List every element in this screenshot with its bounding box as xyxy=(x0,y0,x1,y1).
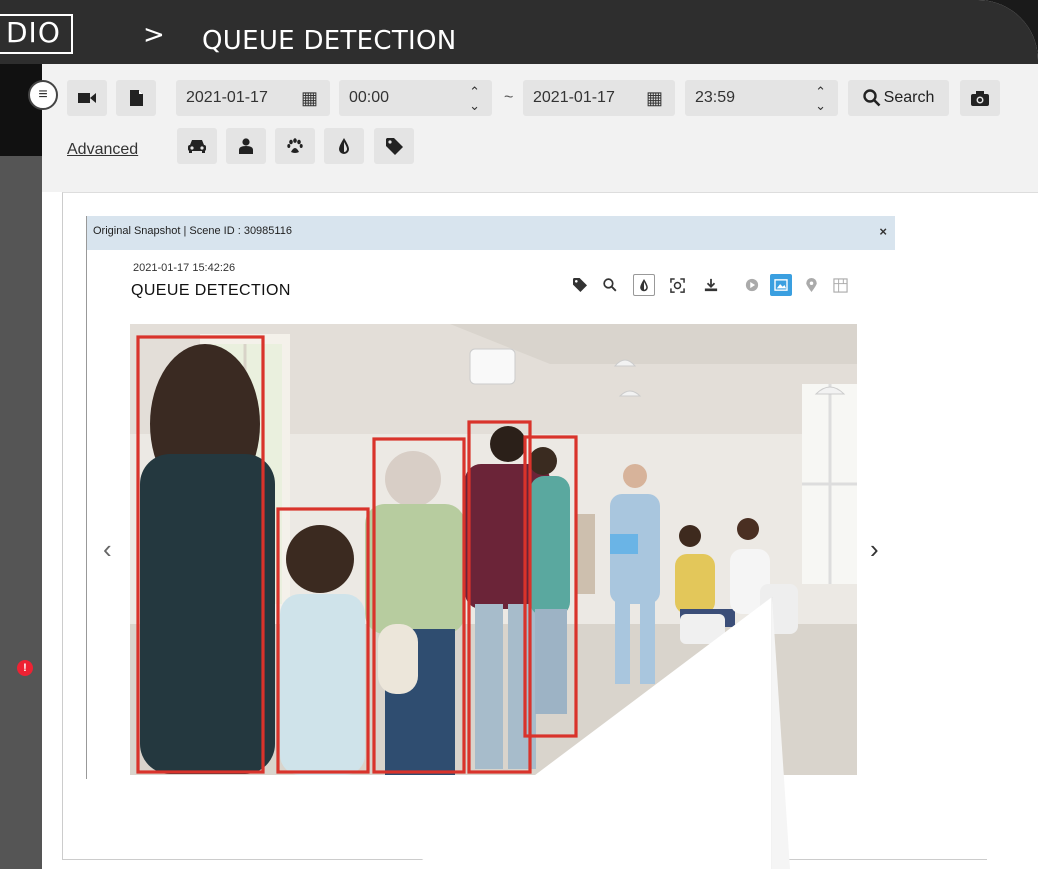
alert-icon[interactable]: ! xyxy=(17,660,33,676)
brand-logo[interactable]: DIO xyxy=(0,14,73,54)
calendar-icon[interactable]: ▦ xyxy=(646,80,663,116)
snapshot-button[interactable] xyxy=(960,80,1000,116)
snapshot-image xyxy=(130,324,857,775)
document-icon xyxy=(129,90,143,106)
search-label: Search xyxy=(883,89,935,106)
hamburger-icon: ≡ xyxy=(38,86,48,103)
left-rail xyxy=(0,64,42,869)
filter-tag-button[interactable] xyxy=(374,128,414,164)
search-icon xyxy=(862,89,881,107)
menu-toggle-button[interactable]: ≡ xyxy=(28,80,58,110)
file-mode-button[interactable] xyxy=(116,80,156,116)
end-date-value: 2021-01-17 xyxy=(533,89,615,106)
start-date-value: 2021-01-17 xyxy=(186,89,268,106)
page-title: QUEUE DETECTION xyxy=(202,26,457,56)
time-stepper-icon[interactable]: ⌃ ⌄ xyxy=(469,85,480,113)
camera-icon xyxy=(971,90,989,106)
focus-icon[interactable] xyxy=(666,274,688,296)
modal-header: Original Snapshot | Scene ID : 30985116 … xyxy=(87,216,895,250)
tag-icon[interactable] xyxy=(569,274,591,296)
results-panel-bottom-border xyxy=(62,859,987,860)
drop-icon[interactable] xyxy=(633,274,655,296)
video-mode-button[interactable] xyxy=(67,80,107,116)
app-window: DIO > QUEUE DETECTION ! ≡ 2021-01-17 ▦ 0… xyxy=(0,0,1038,869)
play-icon[interactable] xyxy=(741,274,763,296)
video-camera-icon xyxy=(78,93,96,103)
next-arrow[interactable]: › xyxy=(870,534,879,565)
time-stepper-icon[interactable]: ⌃ ⌄ xyxy=(815,85,826,113)
advanced-link[interactable]: Advanced xyxy=(67,141,138,159)
car-icon xyxy=(188,140,206,153)
snapshot-title: QUEUE DETECTION xyxy=(131,282,291,299)
tag-icon xyxy=(385,137,403,155)
snapshot-modal: Original Snapshot | Scene ID : 30985116 … xyxy=(86,216,895,779)
zoom-icon[interactable] xyxy=(599,274,621,296)
modal-header-text: Original Snapshot | Scene ID : 30985116 xyxy=(93,225,292,237)
drop-icon xyxy=(339,137,349,154)
filter-color-button[interactable] xyxy=(324,128,364,164)
clinic-scene xyxy=(130,324,857,775)
end-date-field[interactable]: 2021-01-17 ▦ xyxy=(523,80,675,116)
end-time-field[interactable]: 23:59 ⌃ ⌄ xyxy=(685,80,838,116)
image-icon[interactable] xyxy=(770,274,792,296)
close-icon[interactable]: × xyxy=(879,216,887,248)
range-separator: ~ xyxy=(504,89,514,106)
search-button[interactable]: Search xyxy=(848,80,949,116)
calendar-icon[interactable]: ▦ xyxy=(301,80,318,116)
snapshot-timestamp: 2021-01-17 15:42:26 xyxy=(133,262,236,274)
previous-arrow[interactable]: ‹ xyxy=(103,534,112,565)
paw-icon xyxy=(287,138,303,153)
pin-icon[interactable] xyxy=(800,274,822,296)
end-time-value: 23:59 xyxy=(695,89,736,106)
left-rail-dark-block xyxy=(0,64,42,156)
filter-vehicle-button[interactable] xyxy=(177,128,217,164)
start-date-field[interactable]: 2021-01-17 ▦ xyxy=(176,80,330,116)
top-bar: DIO > QUEUE DETECTION xyxy=(0,0,1038,64)
filter-person-button[interactable] xyxy=(226,128,266,164)
breadcrumb-separator: > xyxy=(143,20,165,50)
grid-icon[interactable] xyxy=(829,274,851,296)
start-time-field[interactable]: 00:00 ⌃ ⌄ xyxy=(339,80,492,116)
download-icon[interactable] xyxy=(700,274,722,296)
person-icon xyxy=(239,138,253,154)
filter-animal-button[interactable] xyxy=(275,128,315,164)
start-time-value: 00:00 xyxy=(349,89,390,106)
